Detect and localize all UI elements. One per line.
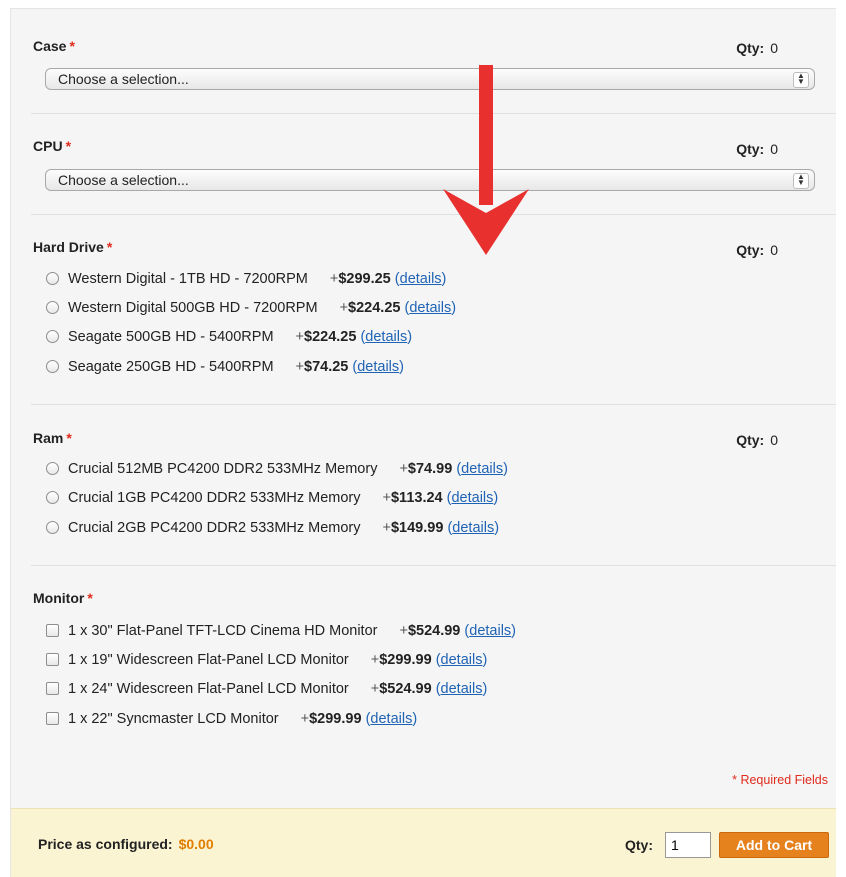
- monitor-option: 1 x 24" Widescreen Flat-Panel LCD Monito…: [46, 681, 487, 697]
- radio-button[interactable]: [46, 360, 59, 373]
- details-link[interactable]: details: [409, 300, 451, 316]
- ram-option: Crucial 512MB PC4200 DDR2 533MHz Memory +…: [46, 461, 508, 477]
- case-select[interactable]: Choose a selection... ▲ ▼: [45, 68, 815, 90]
- checkbox[interactable]: [46, 712, 59, 725]
- details-link[interactable]: details: [357, 359, 399, 375]
- price-footer: Price as configured:$0.00 Qty: Add to Ca…: [11, 808, 836, 877]
- price-value: $0.00: [178, 836, 214, 852]
- radio-button[interactable]: [46, 462, 59, 475]
- cpu-section: CPU * Qty: 0 Choose a selection... ▲ ▼: [33, 109, 815, 209]
- select-stepper-icon: ▲ ▼: [793, 72, 809, 88]
- details-link[interactable]: details: [400, 271, 442, 287]
- required-fields-note: * Required Fields: [732, 773, 828, 787]
- details-link[interactable]: details: [441, 681, 483, 697]
- monitor-option: 1 x 19" Widescreen Flat-Panel LCD Monito…: [46, 652, 487, 668]
- select-stepper-icon: ▲ ▼: [793, 173, 809, 189]
- product-configurator: Case * Qty: 0 Choose a selection... ▲ ▼ CPU…: [10, 8, 836, 877]
- hard-drive-option: Seagate 250GB HD - 5400RPM +$74.25 (detai…: [46, 359, 404, 375]
- details-link[interactable]: details: [469, 623, 511, 639]
- ram-label: Ram *: [33, 430, 72, 446]
- hard-drive-option: Western Digital - 1TB HD - 7200RPM +$299.…: [46, 271, 446, 287]
- hard-drive-label: Hard Drive *: [33, 239, 113, 255]
- cpu-select[interactable]: Choose a selection... ▲ ▼: [45, 169, 815, 191]
- details-link[interactable]: details: [370, 711, 412, 727]
- radio-button[interactable]: [46, 491, 59, 504]
- case-label: Case *: [33, 38, 75, 54]
- checkbox[interactable]: [46, 653, 59, 666]
- checkbox[interactable]: [46, 624, 59, 637]
- ram-option: Crucial 1GB PC4200 DDR2 533MHz Memory +$1…: [46, 490, 498, 506]
- radio-button[interactable]: [46, 301, 59, 314]
- radio-button[interactable]: [46, 521, 59, 534]
- details-link[interactable]: details: [452, 520, 494, 536]
- hard-drive-option: Seagate 500GB HD - 5400RPM +$224.25 (deta…: [46, 329, 412, 345]
- radio-button[interactable]: [46, 330, 59, 343]
- price-as-configured: Price as configured: $0.00: [38, 836, 214, 852]
- details-link[interactable]: details: [441, 652, 483, 668]
- monitor-option: 1 x 22" Syncmaster LCD Monitor +$299.99 (…: [46, 711, 417, 727]
- checkbox[interactable]: [46, 682, 59, 695]
- cart-qty-input[interactable]: [665, 832, 711, 858]
- radio-button[interactable]: [46, 272, 59, 285]
- case-section: Case * Qty: 0 Choose a selection... ▲ ▼: [33, 9, 815, 109]
- down-arrow-icon: [443, 65, 529, 255]
- details-link[interactable]: details: [365, 329, 407, 345]
- cpu-label: CPU *: [33, 138, 72, 154]
- ram-option: Crucial 2GB PC4200 DDR2 533MHz Memory +$1…: [46, 520, 499, 536]
- monitor-option: 1 x 30" Flat-Panel TFT-LCD Cinema HD Mon…: [46, 623, 516, 639]
- cart-qty-label: Qty:: [625, 837, 653, 853]
- ram-qty: Qty: 0: [736, 432, 778, 448]
- details-link[interactable]: details: [461, 461, 503, 477]
- hard-drive-option: Western Digital 500GB HD - 7200RPM +$224.…: [46, 300, 456, 316]
- cpu-qty: Qty: 0: [736, 141, 778, 157]
- case-qty: Qty: 0: [736, 40, 778, 56]
- hard-drive-qty: Qty: 0: [736, 242, 778, 258]
- hard-drive-section: Hard Drive * Qty: 0 Western Digital - 1TB …: [33, 209, 814, 409]
- monitor-section: Monitor * 1 x 30" Flat-Panel TFT-LCD Cine…: [33, 559, 814, 759]
- details-link[interactable]: details: [451, 490, 493, 506]
- monitor-label: Monitor *: [33, 590, 93, 606]
- add-to-cart-button[interactable]: Add to Cart: [719, 832, 829, 858]
- ram-section: Ram * Qty: 0 Crucial 512MB PC4200 DDR2 533…: [33, 399, 814, 569]
